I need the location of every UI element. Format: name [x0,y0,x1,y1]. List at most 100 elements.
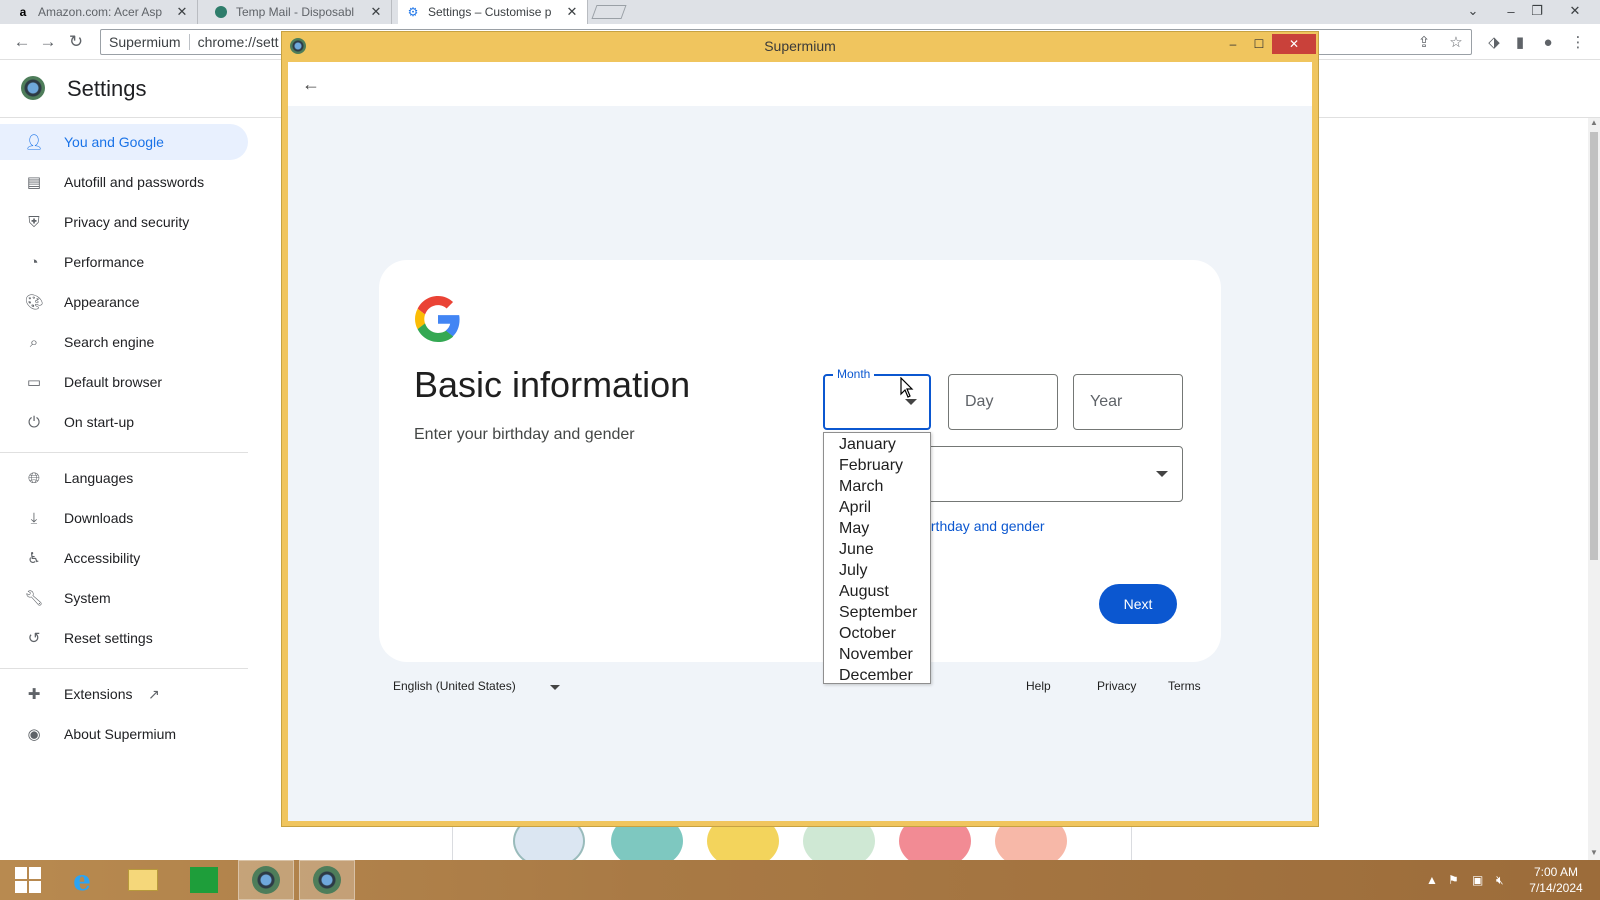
why-birthday-link-text: birthday and gender [920,518,1045,534]
month-option[interactable]: July [824,560,930,581]
sidebar-item-reset[interactable]: ↺ Reset settings [0,620,248,656]
system-clock[interactable]: 7:00 AM 7/14/2024 [1516,864,1596,896]
reload-icon[interactable]: ↻ [64,30,88,54]
maximize-icon[interactable]: ☐ [1246,34,1272,54]
sidebar-item-accessibility[interactable]: ♿︎ Accessibility [0,540,248,576]
tempmail-icon [214,5,228,19]
month-option[interactable]: May [824,518,930,539]
person-icon: 👤︎ [24,134,44,151]
day-field[interactable]: Day [948,374,1058,430]
page-title: Settings [67,76,147,101]
side-panel-icon[interactable]: ▮ [1508,30,1532,54]
tray-overflow-icon[interactable]: ▲ [1426,860,1438,900]
clipboard-icon: ▤ [26,174,42,191]
terms-link[interactable]: Terms [1168,679,1201,693]
mouse-cursor-icon [900,377,914,398]
sidebar-item-search-engine[interactable]: ⌕ Search engine [0,324,248,360]
chevron-down-icon [1156,471,1168,477]
profile-icon[interactable]: ● [1536,30,1560,54]
month-select[interactable]: Month [823,367,931,430]
month-label: Month [833,367,875,381]
tab-amazon[interactable]: a Amazon.com: Acer Asp ✕ [8,0,198,24]
puzzle-icon: ✚ [27,686,41,703]
globe-icon: 🌐︎ [27,469,40,487]
speedometer-icon: ◔ [29,253,39,271]
sidebar-item-extensions[interactable]: ✚ Extensions ↗ [0,676,248,712]
sidebar-item-downloads[interactable]: ⤓ Downloads [0,500,248,536]
page-scrollbar[interactable]: ▲ ▼ [1588,118,1600,860]
restore-icon[interactable]: ❐ [1522,0,1552,22]
sidebar-item-system[interactable]: 🔧︎ System [0,580,248,616]
sidebar-item-on-startup[interactable]: ⏻ On start-up [0,404,248,440]
month-option[interactable]: February [824,455,930,476]
scrollbar-thumb[interactable] [1590,132,1598,560]
close-tab-icon[interactable]: ✕ [565,4,579,20]
file-explorer-icon[interactable] [115,860,171,900]
close-icon[interactable]: ✕ [1272,34,1316,54]
month-option[interactable]: January [824,434,930,455]
taskbar: e ▲ ⚑ ▣ 🔇︎ 7:00 AM 7/14/2024 [0,860,1600,900]
month-option[interactable]: June [824,539,930,560]
next-button[interactable]: Next [1099,584,1177,624]
internet-explorer-icon[interactable]: e [54,860,110,900]
sidebar-item-performance[interactable]: ◔ Performance [0,244,248,280]
accessibility-icon: ♿︎ [27,550,41,567]
month-dropdown-list[interactable]: January February March April May June Ju… [823,432,931,684]
year-field[interactable]: Year [1073,374,1183,430]
sidebar-item-privacy[interactable]: ⛨ Privacy and security [0,204,248,240]
new-tab-button[interactable] [591,5,627,19]
start-button[interactable] [0,860,56,900]
menu-icon[interactable]: ⋮ [1566,30,1590,54]
flag-icon[interactable]: ⚑ [1448,860,1459,900]
windows-icon [15,867,41,893]
chevron-down-icon [905,399,917,405]
browser-icon: ▭ [26,374,42,391]
supermium-logo [21,76,45,100]
help-link[interactable]: Help [1026,679,1051,693]
site-chip: Supermium [101,34,190,50]
tab-tempmail[interactable]: Temp Mail - Disposabl ✕ [206,0,392,24]
star-icon[interactable]: ☆ [1444,30,1468,54]
back-icon[interactable]: ← [10,30,34,54]
wrench-icon: 🔧︎ [24,590,44,607]
language-select[interactable]: English (United States) [393,679,516,693]
sidebar-divider [0,452,248,453]
supermium-icon: ◉ [27,726,41,743]
sidebar-item-autofill[interactable]: ▤ Autofill and passwords [0,164,248,200]
popup-titlebar[interactable]: Supermium – ☐ ✕ [282,32,1318,60]
supermium-taskbar-icon[interactable] [238,860,294,900]
chevron-down-icon[interactable] [550,685,560,690]
minimize-icon[interactable]: – [1220,34,1246,54]
close-tab-icon[interactable]: ✕ [175,4,189,20]
share-icon[interactable]: ⇪ [1412,30,1436,54]
forward-icon[interactable]: → [36,30,60,54]
store-icon[interactable] [176,860,232,900]
gear-icon: ⚙ [407,5,419,19]
scroll-down-icon[interactable]: ▼ [1588,848,1600,860]
month-option[interactable]: September [824,602,930,623]
month-option[interactable]: August [824,581,930,602]
network-icon[interactable]: ▣ [1472,860,1483,900]
privacy-link[interactable]: Privacy [1097,679,1136,693]
month-option[interactable]: March [824,476,930,497]
tab-search-icon[interactable]: ⌄ [1458,0,1488,22]
volume-muted-icon[interactable]: 🔇︎ [1496,860,1504,900]
sidebar-item-default-browser[interactable]: ▭ Default browser [0,364,248,400]
month-option[interactable]: November [824,644,930,665]
close-tab-icon[interactable]: ✕ [369,4,383,20]
month-option[interactable]: April [824,497,930,518]
tab-settings[interactable]: ⚙ Settings – Customise p ✕ [398,0,588,24]
back-arrow-icon[interactable]: ← [298,71,324,97]
sidebar-item-languages[interactable]: 🌐︎ Languages [0,460,248,496]
sidebar-item-about[interactable]: ◉ About Supermium [0,716,248,752]
extensions-icon[interactable]: ⬗ [1482,30,1506,54]
supermium-taskbar-icon-active[interactable] [299,860,355,900]
scroll-up-icon[interactable]: ▲ [1588,118,1600,130]
sidebar-item-you-and-google[interactable]: 👤︎ You and Google [0,124,248,160]
month-option[interactable]: December [824,665,930,686]
month-option[interactable]: October [824,623,930,644]
year-placeholder: Year [1090,393,1123,410]
close-icon[interactable]: ✕ [1560,0,1590,22]
page-heading: Basic information [414,364,691,405]
sidebar-item-appearance[interactable]: 🎨︎ Appearance [0,284,248,320]
